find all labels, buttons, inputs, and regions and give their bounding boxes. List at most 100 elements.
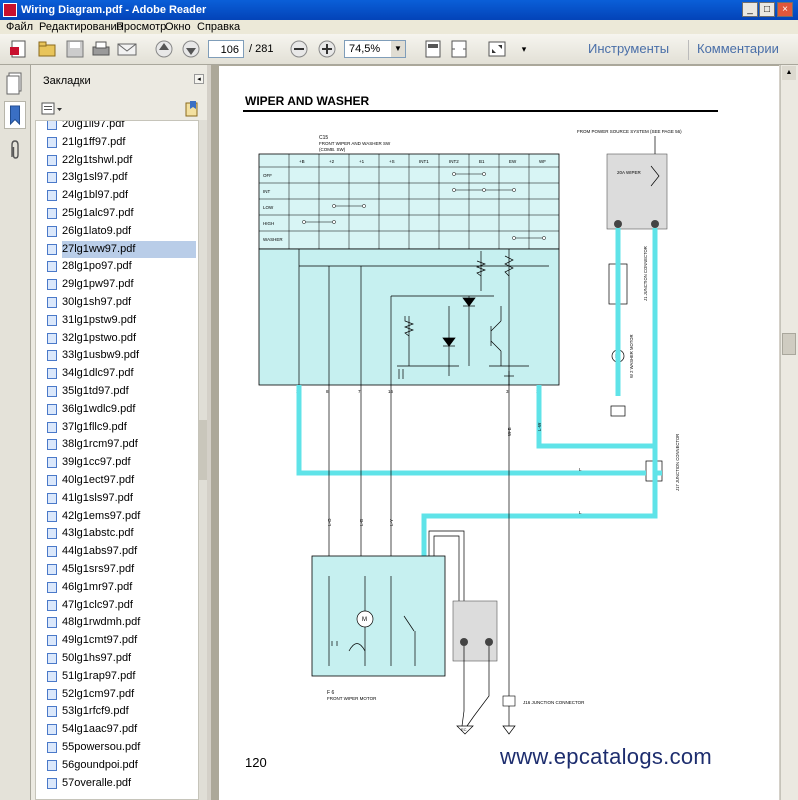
table-row-label: LOW (263, 205, 274, 210)
page-thumbnails-icon[interactable] (4, 69, 26, 97)
bookmark-item[interactable]: 26lg1lato9.pdf (47, 223, 196, 240)
collapse-panel-icon[interactable]: ◂ (194, 74, 204, 84)
options-menu-icon[interactable] (41, 101, 63, 117)
bookmark-item[interactable]: 41lg1sls97.pdf (47, 490, 196, 507)
bookmark-item[interactable]: 25lg1alc97.pdf (47, 205, 196, 222)
bookmark-item[interactable]: 34lg1dlc97.pdf (47, 365, 196, 382)
print-icon[interactable] (90, 39, 112, 59)
bookmark-item[interactable]: 45lg1srs97.pdf (47, 561, 196, 578)
bookmark-label: 39lg1cc97.pdf (62, 456, 131, 469)
bookmark-label: 41lg1sls97.pdf (62, 491, 133, 504)
bookmark-page-icon (47, 475, 57, 486)
menu-edit[interactable]: Редактирование (39, 20, 123, 34)
bookmark-item[interactable]: 27lg1ww97.pdf (47, 240, 196, 258)
bookmark-item[interactable]: 53lg1rfcf9.pdf (47, 703, 196, 720)
fit-page-icon[interactable] (422, 39, 444, 59)
create-pdf-icon[interactable] (8, 39, 30, 59)
bookmark-label: 43lg1abstc.pdf (62, 527, 134, 540)
bookmark-item[interactable]: 48lg1rwdmh.pdf (47, 614, 196, 631)
bookmark-page-icon (47, 670, 57, 682)
table-column-header: +1 (359, 159, 365, 164)
comments-button[interactable]: Комментарии (697, 41, 779, 56)
menu-help[interactable]: Справка (197, 20, 240, 34)
close-button[interactable]: × (777, 2, 793, 17)
scroll-up-icon[interactable]: ▲ (782, 66, 796, 80)
bookmark-label: 54lg1aac97.pdf (62, 723, 138, 736)
bookmark-item[interactable]: 33lg1usbw9.pdf (47, 347, 196, 364)
bookmark-item[interactable]: 50lg1hs97.pdf (47, 650, 196, 667)
email-icon[interactable] (116, 39, 138, 59)
bookmark-item[interactable]: 36lg1wdlc9.pdf (47, 401, 196, 418)
bookmark-item[interactable]: 37lg1fllc9.pdf (47, 419, 196, 436)
minimize-button[interactable]: _ (742, 2, 758, 17)
bookmarks-icon[interactable] (4, 101, 26, 129)
contact-dot (332, 204, 336, 208)
fuse-terminal-1c (651, 220, 659, 228)
bookmark-item[interactable]: 32lg1pstwo.pdf (47, 330, 196, 347)
bookmark-label: 25lg1alc97.pdf (62, 207, 134, 219)
menu-window[interactable]: Окно (165, 20, 191, 34)
bookmark-item[interactable]: 20lg1il97.pdf (47, 121, 196, 133)
zoom-select[interactable]: 74,5% ▼ (344, 40, 406, 58)
bookmark-item[interactable]: 51lg1rap97.pdf (47, 668, 196, 685)
menu-view[interactable]: Просмотр (116, 20, 166, 34)
bookmark-item[interactable]: 56goundpoi.pdf (47, 757, 196, 774)
full-screen-icon[interactable] (486, 39, 508, 59)
bookmark-item[interactable]: 52lg1cm97.pdf (47, 686, 196, 703)
bookmark-item[interactable]: 44lg1abs97.pdf (47, 543, 196, 560)
window-title: Wiring Diagram.pdf - Adobe Reader (21, 4, 207, 16)
zoom-out-icon[interactable] (288, 39, 310, 59)
bookmark-page-icon (47, 564, 57, 575)
bookmark-item[interactable]: 38lg1rcm97.pdf (47, 436, 196, 453)
new-bookmark-icon[interactable] (183, 100, 201, 118)
bookmark-label: 38lg1rcm97.pdf (62, 438, 138, 451)
menu-file[interactable]: Файл (6, 20, 33, 34)
bookmark-item[interactable]: 39lg1cc97.pdf (47, 454, 196, 471)
maximize-button[interactable]: □ (759, 2, 775, 17)
bookmark-page-icon (47, 546, 57, 558)
bookmark-item[interactable]: 29lg1pw97.pdf (47, 276, 196, 293)
document-scrollbar[interactable]: ▲ (780, 65, 798, 800)
document-scroll-thumb[interactable] (782, 333, 796, 355)
bookmarks-scrollbar[interactable] (199, 120, 207, 800)
bookmark-item[interactable]: 54lg1aac97.pdf (47, 721, 196, 738)
toolbar-more-icon[interactable]: ▾ (513, 39, 535, 59)
ground-connector-block (452, 600, 498, 662)
bookmark-label: 49lg1cmt97.pdf (62, 634, 138, 647)
wiper-motor-box (311, 555, 446, 677)
fit-width-icon[interactable] (448, 39, 470, 59)
next-page-icon[interactable] (180, 39, 202, 59)
attachments-icon[interactable] (4, 137, 26, 165)
bookmarks-scroll-thumb[interactable] (199, 420, 207, 480)
bookmark-item[interactable]: 55powersou.pdf (47, 739, 196, 756)
bookmark-page-icon (47, 759, 57, 771)
zoom-in-icon[interactable] (316, 39, 338, 59)
chevron-down-icon[interactable]: ▼ (391, 41, 405, 57)
bookmark-page-icon (47, 314, 57, 326)
page-number-input[interactable] (208, 40, 244, 58)
open-file-icon[interactable] (36, 39, 58, 59)
bookmark-item[interactable]: 31lg1pstw9.pdf (47, 312, 196, 329)
bookmark-item[interactable]: 42lg1ems97.pdf (47, 508, 196, 525)
bookmark-item[interactable]: 24lg1bl97.pdf (47, 187, 196, 204)
bookmark-item[interactable]: 35lg1td97.pdf (47, 383, 196, 400)
bookmark-item[interactable]: 47lg1clc97.pdf (47, 597, 196, 614)
save-icon[interactable] (64, 39, 86, 59)
c15-label: FRONT WIPER AND WASHER SW (319, 141, 391, 146)
bookmark-item[interactable]: 21lg1ff97.pdf (47, 134, 196, 151)
bookmark-item[interactable]: 30lg1sh97.pdf (47, 294, 196, 311)
tools-button[interactable]: Инструменты (588, 41, 669, 56)
bookmark-page-icon (47, 706, 57, 718)
contact-dot (332, 220, 336, 224)
bookmark-item[interactable]: 57overalle.pdf (47, 775, 196, 792)
bookmark-item[interactable]: 22lg1tshwl.pdf (47, 152, 196, 169)
bookmark-label: 29lg1pw97.pdf (62, 278, 134, 291)
bookmark-item[interactable]: 23lg1sl97.pdf (47, 169, 196, 186)
bookmark-item[interactable]: 43lg1abstc.pdf (47, 525, 196, 542)
bookmark-item[interactable]: 40lg1ect97.pdf (47, 472, 196, 489)
bookmark-item[interactable]: 49lg1cmt97.pdf (47, 632, 196, 649)
bookmark-page-icon (47, 688, 57, 700)
bookmark-item[interactable]: 28lg1po97.pdf (47, 258, 196, 275)
previous-page-icon[interactable] (153, 39, 175, 59)
bookmark-item[interactable]: 46lg1mr97.pdf (47, 579, 196, 596)
